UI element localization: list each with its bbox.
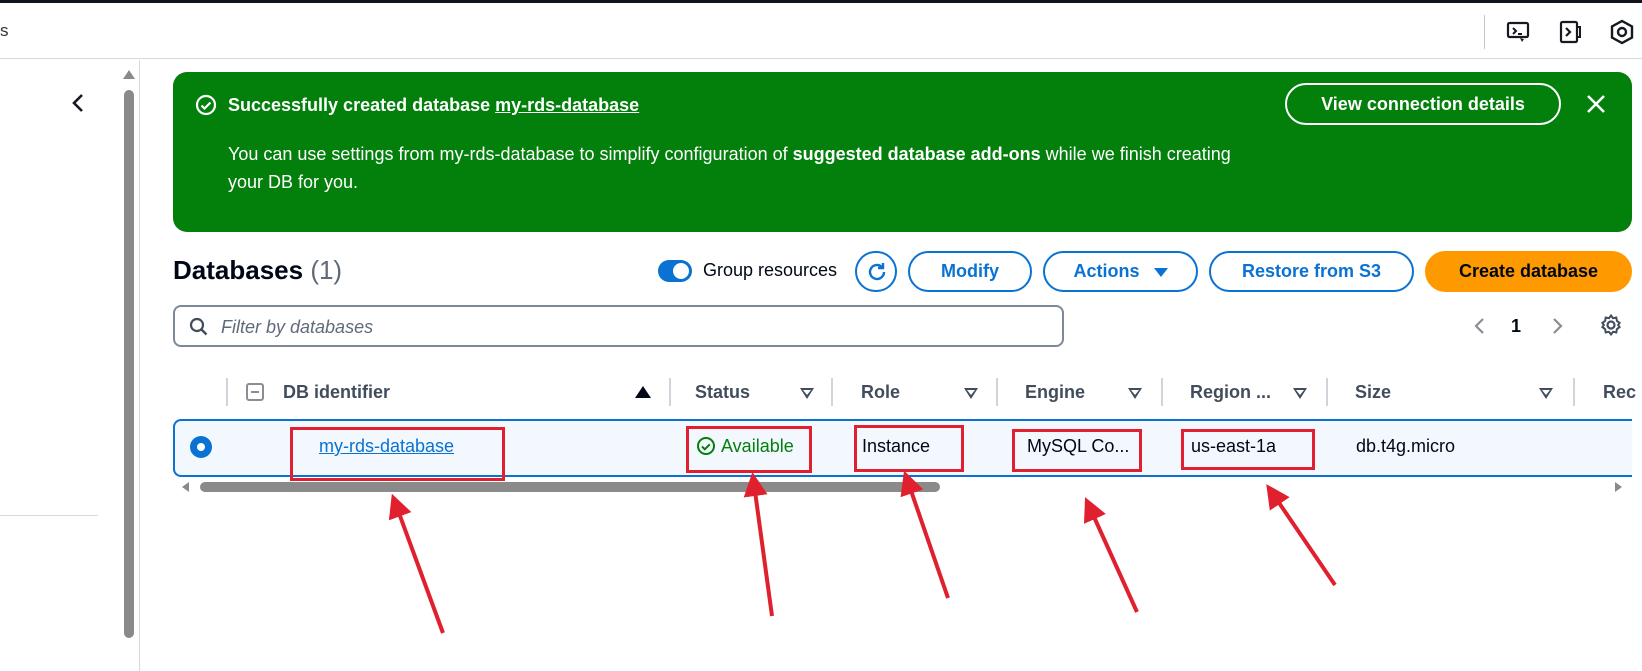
- flash-message: You can use settings from my-rds-databas…: [228, 140, 1248, 196]
- column-separator[interactable]: [996, 378, 998, 406]
- column-header-db-identifier[interactable]: DB identifier: [283, 372, 390, 414]
- modify-button[interactable]: Modify: [908, 251, 1032, 292]
- flash-db-link[interactable]: my-rds-database: [495, 95, 639, 115]
- scroll-right-arrow[interactable]: [1615, 482, 1622, 492]
- column-separator[interactable]: [669, 378, 671, 406]
- scroll-up-arrow[interactable]: [123, 70, 135, 79]
- search-icon: [189, 317, 208, 336]
- vertical-scrollbar[interactable]: [124, 90, 134, 638]
- close-icon[interactable]: [1581, 89, 1611, 119]
- column-separator[interactable]: [831, 378, 833, 406]
- gear-icon[interactable]: [1599, 313, 1623, 337]
- column-header-size[interactable]: Size: [1355, 372, 1391, 414]
- sort-icon[interactable]: [1128, 388, 1142, 399]
- annotation-box: [1181, 429, 1315, 470]
- annotation-box: [686, 426, 812, 473]
- column-separator[interactable]: [1326, 378, 1328, 406]
- select-all-checkbox[interactable]: [246, 383, 264, 401]
- row-select-radio[interactable]: [190, 436, 212, 458]
- column-header-engine[interactable]: Engine: [1025, 372, 1085, 414]
- flash-message-bold: suggested database add-ons: [792, 144, 1041, 164]
- chevron-right-icon[interactable]: [1547, 316, 1567, 336]
- create-database-button[interactable]: Create database: [1425, 251, 1632, 292]
- toggle-knob: [673, 263, 689, 279]
- horizontal-scroll-thumb[interactable]: [200, 482, 940, 492]
- current-page-number[interactable]: 1: [1511, 316, 1521, 337]
- actions-dropdown-button[interactable]: Actions: [1043, 251, 1198, 292]
- sort-icon[interactable]: [800, 388, 814, 399]
- chevron-left-icon[interactable]: [66, 90, 92, 116]
- side-navigation: [0, 60, 140, 671]
- success-check-icon: [195, 94, 217, 116]
- column-header-region[interactable]: Region ...: [1190, 372, 1271, 414]
- flash-title-text: Successfully created database: [228, 95, 496, 115]
- sort-icon[interactable]: [1539, 388, 1553, 399]
- refresh-icon: [868, 263, 886, 281]
- column-header-role[interactable]: Role: [861, 372, 900, 414]
- annotation-arrow: [388, 493, 445, 634]
- databases-heading: Databases (1): [173, 255, 342, 286]
- sort-icon[interactable]: [964, 388, 978, 399]
- annotation-box: [290, 427, 505, 481]
- annotation-arrow: [743, 472, 774, 617]
- group-resources-toggle[interactable]: [658, 260, 692, 282]
- column-separator[interactable]: [1573, 378, 1575, 406]
- restore-from-s3-button[interactable]: Restore from S3: [1209, 251, 1414, 292]
- sort-ascending-icon[interactable]: [635, 386, 651, 398]
- horizontal-scrollbar[interactable]: [173, 479, 1632, 495]
- filter-databases-input[interactable]: [221, 313, 1041, 341]
- annotation-box: [854, 425, 964, 472]
- annotation-box: [1012, 429, 1142, 472]
- table-header: DB identifier Status Role Engine Region …: [173, 372, 1636, 414]
- column-header-status[interactable]: Status: [695, 372, 750, 414]
- sort-icon[interactable]: [1293, 388, 1307, 399]
- databases-title: Databases: [173, 255, 304, 285]
- chevron-left-icon[interactable]: [1470, 316, 1490, 336]
- annotation-arrow: [1084, 497, 1139, 613]
- topbar-divider: [1484, 15, 1485, 49]
- nav-divider: [0, 515, 98, 516]
- actions-label: Actions: [1073, 261, 1140, 281]
- view-connection-details-button[interactable]: View connection details: [1285, 83, 1561, 125]
- group-resources-label: Group resources: [703, 260, 838, 280]
- scroll-left-arrow[interactable]: [182, 482, 189, 492]
- truncated-breadcrumb: s: [0, 21, 9, 40]
- top-bar: s: [0, 3, 1642, 59]
- column-separator[interactable]: [1161, 378, 1163, 406]
- caret-down-icon: [1153, 267, 1168, 277]
- refresh-button[interactable]: [855, 251, 897, 292]
- databases-count: (1): [310, 255, 343, 285]
- annotation-arrow: [900, 470, 950, 599]
- annotation-arrow: [1266, 484, 1337, 587]
- size-cell: db.t4g.micro: [1356, 436, 1456, 456]
- flash-title: Successfully created database my-rds-dat…: [228, 95, 639, 116]
- settings-hex-icon[interactable]: [1609, 19, 1635, 45]
- success-flashbar: Successfully created database my-rds-dat…: [173, 72, 1632, 232]
- column-separator: [226, 378, 228, 406]
- filter-databases-field[interactable]: [173, 305, 1064, 347]
- column-header-recommendations[interactable]: Rec: [1603, 372, 1636, 414]
- flash-message-part1: You can use settings from my-rds-databas…: [228, 144, 793, 164]
- console-panel-icon[interactable]: [1557, 19, 1583, 45]
- cloudshell-icon[interactable]: [1505, 19, 1531, 45]
